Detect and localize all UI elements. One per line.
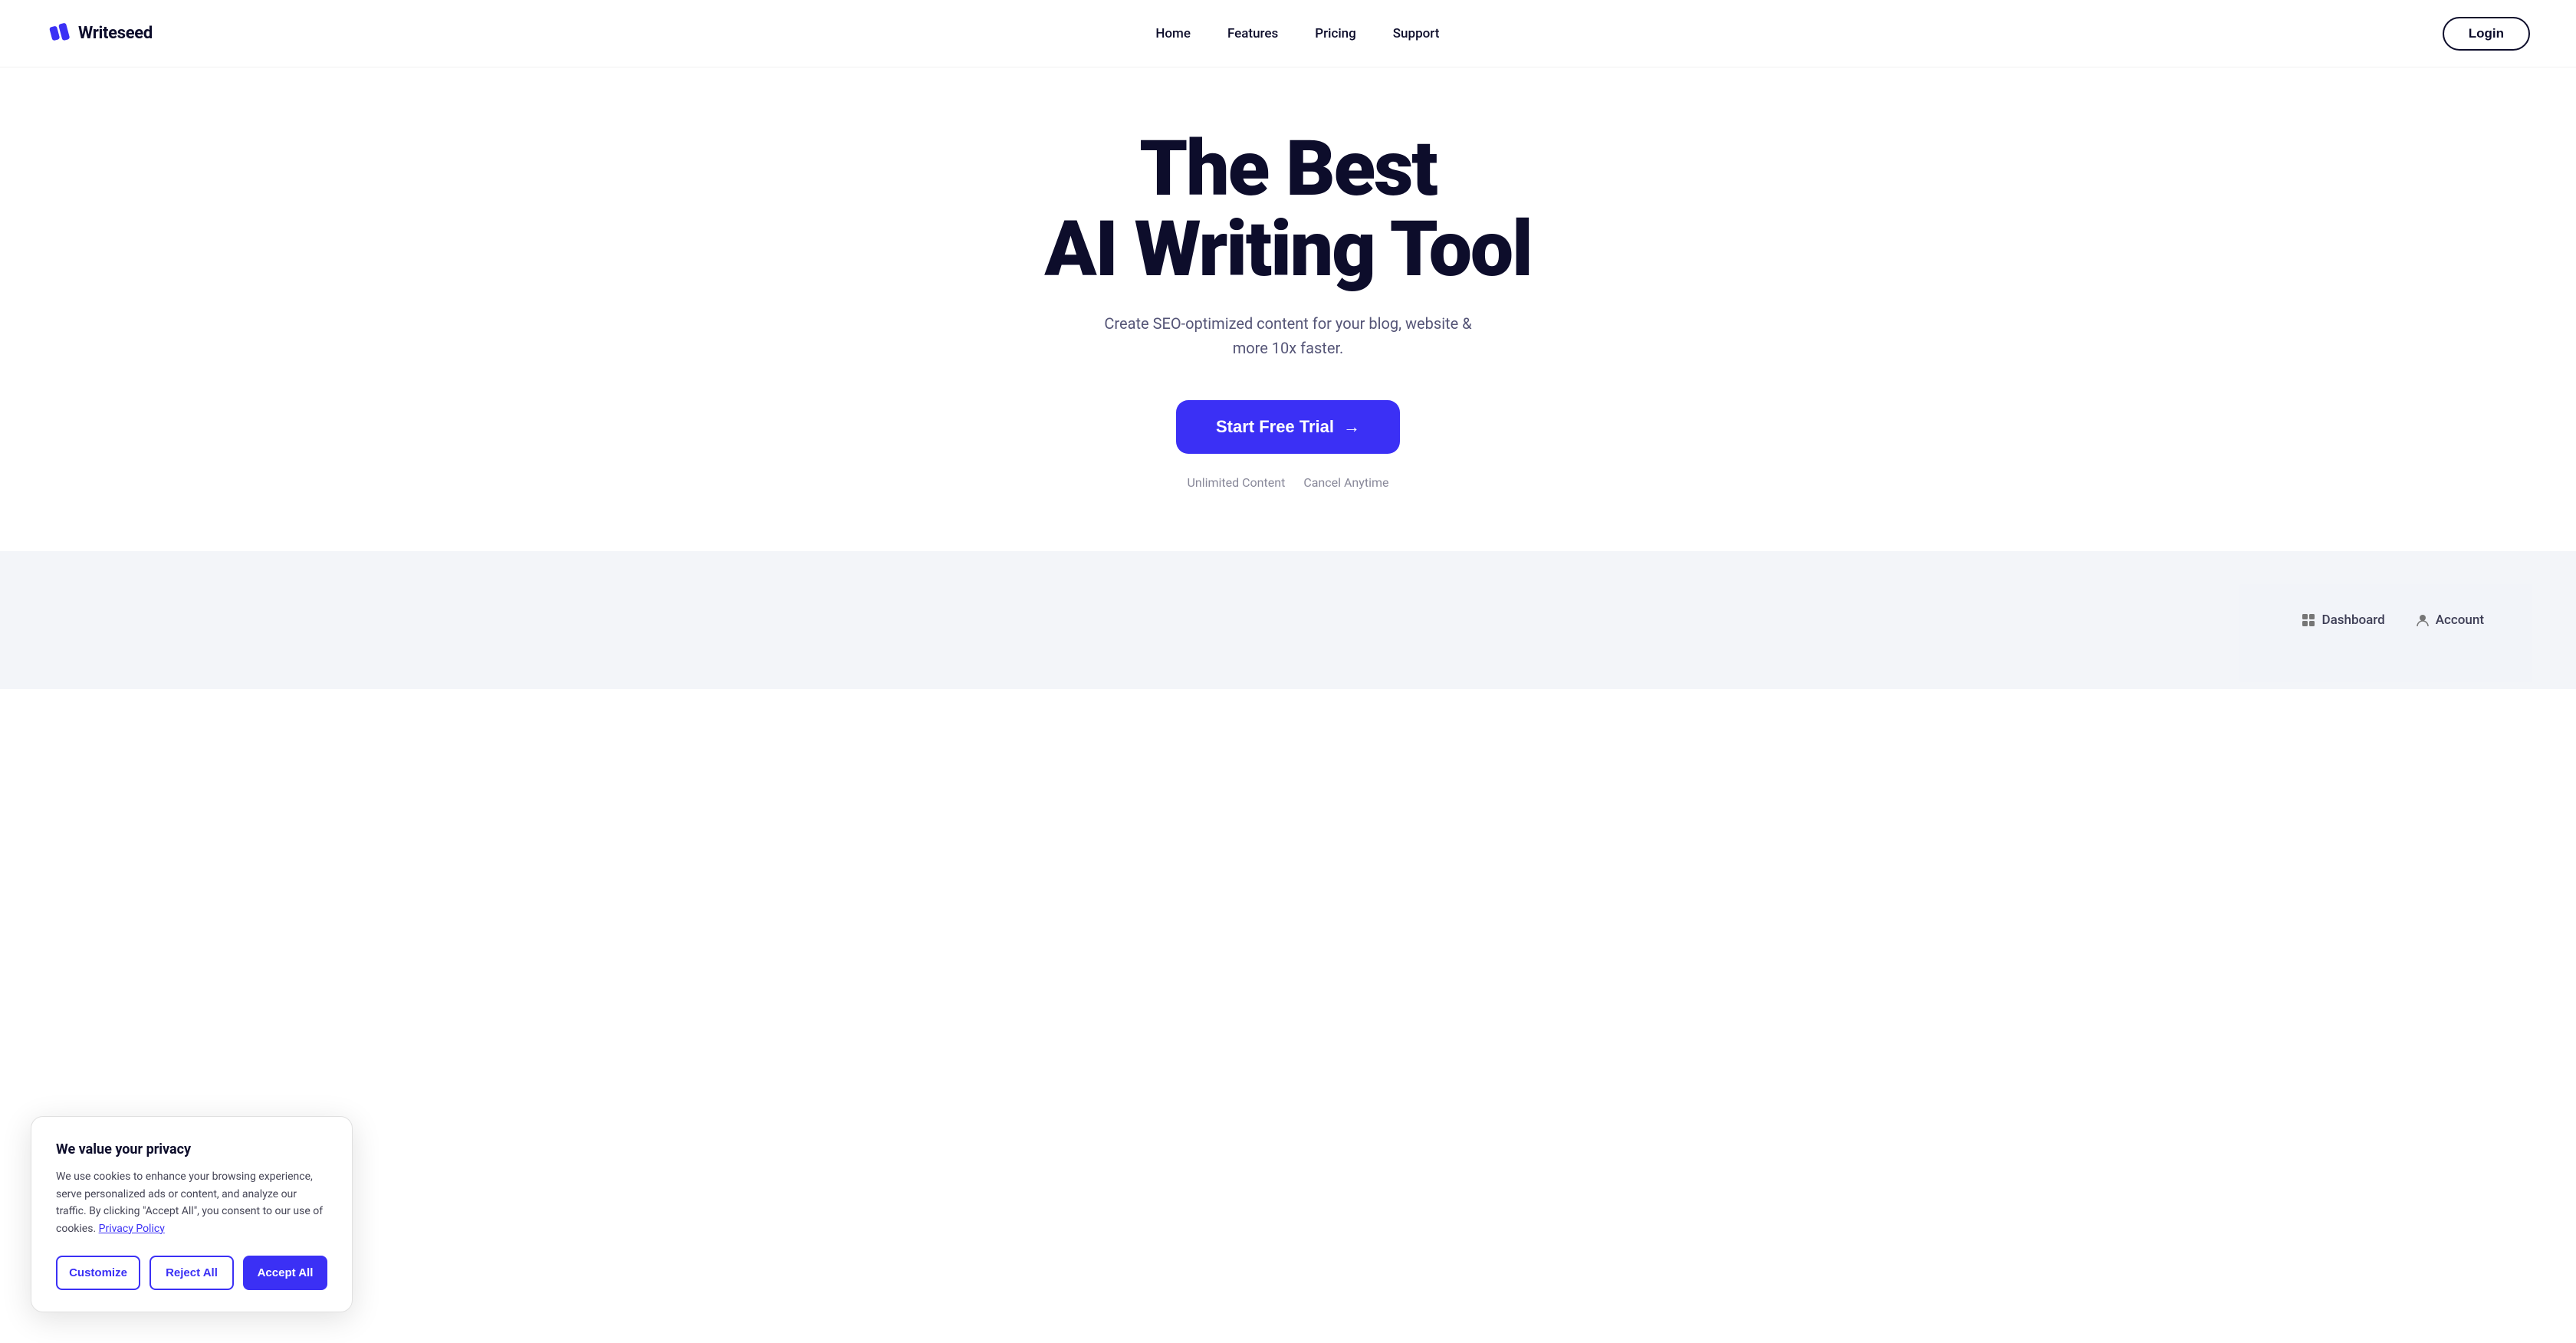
cookie-title: We value your privacy (56, 1141, 327, 1157)
strip-account-label: Account (2436, 612, 2484, 628)
navigation: Writeseed Home Features Pricing Support … (0, 0, 2576, 67)
dashboard-icon (2302, 613, 2315, 627)
logo-text: Writeseed (78, 24, 153, 43)
cookie-body: We use cookies to enhance your browsing … (56, 1168, 327, 1237)
hero-badges: Unlimited Content Cancel Anytime (1188, 475, 1389, 490)
cookie-banner: We value your privacy We use cookies to … (31, 1116, 353, 1312)
logo[interactable]: Writeseed (46, 21, 153, 46)
nav-features[interactable]: Features (1227, 26, 1278, 41)
strip-dashboard: Dashboard (2302, 612, 2384, 628)
privacy-policy-link[interactable]: Privacy Policy (99, 1223, 165, 1235)
app-preview-strip: Dashboard Account (0, 551, 2576, 689)
nav-support[interactable]: Support (1393, 26, 1440, 41)
account-icon (2416, 613, 2430, 627)
accept-all-button[interactable]: Accept All (243, 1256, 327, 1290)
nav-links: Home Features Pricing Support (1155, 26, 1439, 41)
login-button[interactable]: Login (2443, 17, 2530, 51)
arrow-icon: → (1343, 417, 1360, 437)
nav-pricing[interactable]: Pricing (1315, 26, 1356, 41)
hero-title: The Best AI Writing Tool (1044, 129, 1531, 290)
start-trial-button[interactable]: Start Free Trial → (1176, 400, 1400, 454)
strip-dashboard-label: Dashboard (2321, 612, 2384, 628)
customize-button[interactable]: Customize (56, 1256, 140, 1290)
badge-cancel: Cancel Anytime (1303, 475, 1388, 490)
strip-account: Account (2416, 612, 2484, 628)
reject-all-button[interactable]: Reject All (150, 1256, 234, 1290)
nav-home[interactable]: Home (1155, 26, 1191, 41)
cookie-body-text: We use cookies to enhance your browsing … (56, 1171, 323, 1234)
hero-subtitle: Create SEO-optimized content for your bl… (1096, 311, 1480, 360)
logo-icon (46, 21, 71, 46)
badge-unlimited: Unlimited Content (1188, 475, 1286, 490)
cookie-actions: Customize Reject All Accept All (56, 1256, 327, 1290)
hero-section: The Best AI Writing Tool Create SEO-opti… (0, 67, 2576, 520)
cta-label: Start Free Trial (1216, 417, 1334, 437)
